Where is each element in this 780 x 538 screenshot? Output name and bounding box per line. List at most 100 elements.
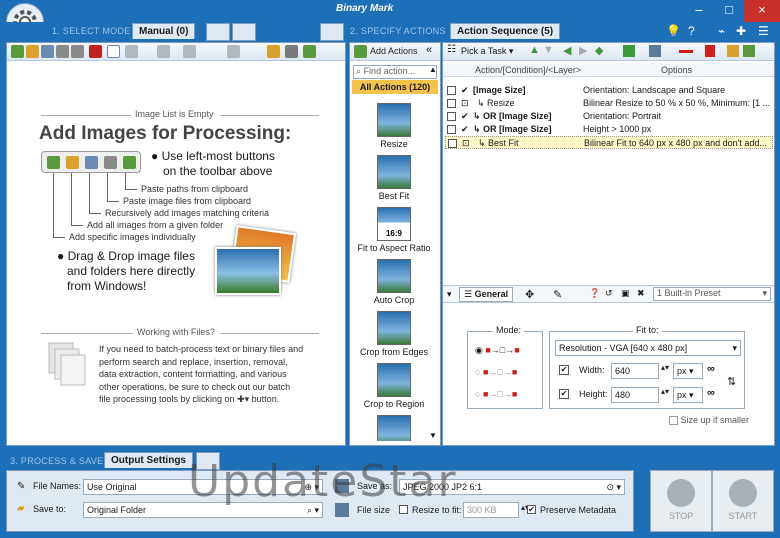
hint-paste-paths: Paste paths from clipboard [141, 184, 249, 194]
width-spinner[interactable]: ▴▾ [661, 363, 669, 372]
delete-preset-icon[interactable]: ✖ [637, 288, 645, 299]
save-sequence-icon[interactable] [743, 45, 755, 57]
save-list-icon[interactable] [285, 45, 298, 58]
sequence-row[interactable]: ✔ ↳ OR [Image Size] Orientation: Portrai… [445, 110, 773, 123]
brush-icon[interactable]: ✎ [553, 288, 562, 301]
add-menu-icon[interactable]: ✚ [736, 24, 746, 38]
outdent-icon[interactable]: ◀ [563, 44, 571, 57]
help-icon[interactable]: ❓ [589, 288, 600, 299]
action-crop-edges[interactable]: Crop from Edges [352, 311, 436, 357]
collapse-icon[interactable]: « [426, 44, 432, 56]
clear-sequence-icon[interactable] [705, 45, 715, 57]
resolution-select[interactable]: Resolution - VGA [640 x 480 px] ▾ [555, 340, 741, 356]
scroll-down-arrow[interactable]: ▼ [427, 431, 439, 443]
add-folder-icon[interactable] [26, 45, 39, 58]
remove-action-icon[interactable] [679, 50, 693, 53]
width-input[interactable]: 640 [611, 363, 659, 379]
add-images-icon[interactable] [11, 45, 24, 58]
maximize-button[interactable]: □ [714, 0, 744, 22]
action-auto-crop[interactable]: Auto Crop [352, 259, 436, 305]
add-action-icon[interactable] [623, 45, 635, 57]
move-down-icon[interactable]: ▼ [543, 44, 554, 56]
minimize-button[interactable]: – [684, 0, 714, 22]
size-up-option[interactable]: Size up if smaller [669, 415, 749, 426]
filter-icon[interactable] [157, 45, 170, 58]
mode-option-3[interactable]: ○ ■→□→■ [475, 389, 517, 399]
add-recursive-icon[interactable] [41, 45, 54, 58]
sequence-row-selected[interactable]: ⊡ ↳ Best Fit Bilinear Fit to 640 px x 48… [445, 136, 773, 149]
width-unit-select[interactable]: px ▾ [673, 363, 703, 379]
action-best-fit[interactable]: Best Fit [352, 155, 436, 201]
expand-icon[interactable]: ◆ [595, 44, 603, 57]
view-grid-icon[interactable] [107, 45, 120, 58]
add-condition-icon[interactable] [649, 45, 661, 57]
col-options: Options [661, 65, 693, 75]
save-preset-icon[interactable]: ▣ [621, 288, 630, 299]
sort-icon[interactable] [183, 45, 196, 58]
remove-icon[interactable] [89, 45, 102, 58]
paste-paths-icon[interactable] [71, 45, 84, 58]
link-icon[interactable]: ∞ [707, 387, 715, 399]
move-up-icon[interactable]: ▲ [529, 44, 540, 56]
tab-manual[interactable]: Manual (0) [132, 23, 196, 39]
row-checkbox[interactable] [447, 86, 456, 95]
height-input[interactable]: 480 [611, 387, 659, 403]
row-checkbox[interactable] [447, 125, 456, 134]
open-sequence-icon[interactable] [727, 45, 739, 57]
folder-mode-icon[interactable] [206, 23, 230, 41]
start-button[interactable]: START [712, 470, 774, 532]
clear-icon[interactable] [227, 45, 240, 58]
list-view-icon[interactable]: ☷ [447, 44, 456, 55]
lightbulb-icon[interactable]: 💡 [666, 24, 681, 38]
wifi-icon[interactable]: ⌁ [718, 24, 725, 38]
action-fit-aspect[interactable]: 16:9 Fit to Aspect Ratio [352, 207, 436, 253]
tab-general[interactable]: ☰ General [459, 287, 514, 302]
height-unit-select[interactable]: px ▾ [673, 387, 703, 403]
collapse-arrow-icon[interactable]: ▾ [447, 289, 452, 300]
view-list-icon[interactable] [125, 45, 138, 58]
scroll-up-arrow[interactable]: ▲ [427, 65, 439, 77]
mode-option-2[interactable]: ○ ■→□→■ [475, 367, 517, 377]
sequence-row[interactable]: ✔ ↳ OR [Image Size] Height > 1000 px [445, 123, 773, 136]
export-list-icon[interactable] [303, 45, 316, 58]
row-checkbox[interactable] [448, 139, 457, 148]
sequence-row[interactable]: ⊡ ↳ Resize Bilinear Resize to 50 % x 50 … [445, 97, 773, 110]
row-options: Bilinear Resize to 50 % x 50 %, Minimum:… [583, 98, 771, 108]
indent-icon[interactable]: ▶ [579, 44, 587, 57]
row-checkbox[interactable] [447, 99, 456, 108]
all-actions-category[interactable]: All Actions (120) [352, 80, 438, 94]
find-action-input[interactable]: ⌕ Find action... [353, 65, 437, 79]
link-icon[interactable]: ∞ [707, 363, 715, 375]
crop-region-icon [377, 363, 411, 397]
swap-dimensions-icon[interactable]: ⇅ [727, 375, 736, 388]
sequence-row[interactable]: ✔ [Image Size] Orientation: Landscape an… [445, 84, 773, 97]
action-more[interactable] [352, 415, 436, 441]
pick-task-button[interactable]: Pick a Task ▾ [461, 46, 513, 57]
action-resize[interactable]: Resize [352, 103, 436, 149]
tab-action-sequence[interactable]: Action Sequence (5) [450, 23, 561, 39]
size-up-checkbox[interactable] [669, 416, 678, 426]
action-crop-region[interactable]: Crop to Region [352, 363, 436, 409]
help-icon[interactable]: ? [688, 24, 695, 38]
open-list-icon[interactable] [267, 45, 280, 58]
height-spinner[interactable]: ▴▾ [661, 387, 669, 396]
preserve-metadata-checkbox[interactable]: ✔ [527, 505, 536, 514]
row-checkbox[interactable] [447, 112, 456, 121]
image-mode-icon[interactable] [320, 23, 344, 41]
stop-button[interactable]: STOP [650, 470, 712, 532]
crop-edges-icon [377, 311, 411, 345]
sequence-toolbar: ☷ Pick a Task ▾ ▲ ▼ ◀ ▶ ◆ [443, 43, 774, 61]
close-button[interactable]: × [744, 0, 780, 22]
image-list-panel[interactable]: Image List is Empty Add Images for Proce… [6, 42, 346, 446]
resize-size-input[interactable]: 300 KB [463, 502, 519, 518]
mode-option-1[interactable]: ◉ ■→□→■ [475, 345, 520, 356]
preset-select[interactable]: 1 Built-in Preset ▾ [653, 287, 771, 301]
move-icon[interactable]: ✥ [525, 288, 534, 301]
paste-files-icon[interactable] [56, 45, 69, 58]
menu-icon[interactable]: ☰ [758, 24, 769, 38]
width-checkbox[interactable]: ✔ [559, 365, 569, 375]
reset-icon[interactable]: ↺ [605, 288, 613, 299]
tab-output-settings[interactable]: Output Settings [104, 452, 193, 468]
clock-mode-icon[interactable] [232, 23, 256, 41]
height-checkbox[interactable]: ✔ [559, 389, 569, 399]
